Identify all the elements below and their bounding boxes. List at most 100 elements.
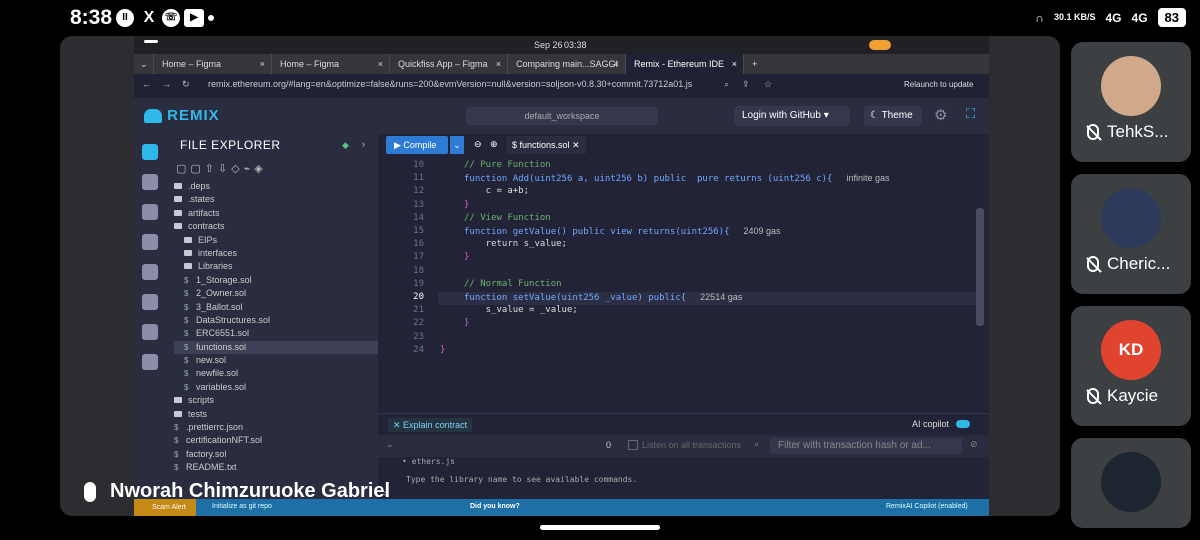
git-init-link[interactable]: Initialize as git repo xyxy=(212,503,272,510)
folder-icon xyxy=(174,196,182,203)
file-item[interactable]: $ factory.sol xyxy=(174,448,378,461)
tab-quickfiss[interactable]: Quickfiss App – Figma × xyxy=(390,54,508,74)
terminal-collapse-icon[interactable]: ⌄ xyxy=(386,439,394,450)
tab-functions-sol[interactable]: $ functions.sol ✕ xyxy=(506,136,586,154)
close-icon[interactable]: ✕ xyxy=(572,140,580,150)
ai-copilot-toggle[interactable] xyxy=(956,420,970,428)
testing-icon[interactable] xyxy=(142,324,158,340)
home-indicator[interactable] xyxy=(540,525,660,530)
file-item[interactable]: $1_Storage.sol xyxy=(174,274,378,287)
file-item[interactable]: $ .prettierrc.json xyxy=(174,421,378,434)
code-line: } xyxy=(464,252,469,262)
close-icon[interactable]: × xyxy=(496,54,501,74)
listen-checkbox[interactable] xyxy=(628,440,638,450)
net-speed: 30.1 KB/S xyxy=(1053,12,1096,22)
tab-list-button[interactable]: ⌄ xyxy=(134,54,154,74)
back-icon[interactable]: ← xyxy=(142,79,151,89)
relaunch-button[interactable]: Relaunch to update xyxy=(904,80,973,89)
workspace-select[interactable]: default_workspace xyxy=(466,107,658,125)
zoom-in-icon[interactable]: ⊕ xyxy=(490,139,498,150)
file-item[interactable]: $ functions.sol xyxy=(174,340,378,355)
close-icon[interactable]: × xyxy=(378,54,383,74)
remix-home-icon[interactable] xyxy=(142,144,158,160)
clock: 8:38 xyxy=(70,6,113,29)
participant-tile[interactable]: TehkS... xyxy=(1071,42,1191,162)
clear-terminal-icon[interactable]: ⊘ xyxy=(970,439,978,450)
tree-item-label: 2_Owner.sol xyxy=(196,288,247,299)
tab-github-compare[interactable]: Comparing main...SAGGI × xyxy=(508,54,626,74)
explain-contract-button[interactable]: ✕ Explain contract xyxy=(388,418,473,432)
folder-item[interactable]: .deps xyxy=(174,180,378,193)
code-text: } xyxy=(464,252,470,263)
close-icon[interactable]: × xyxy=(614,54,619,74)
debugger-icon[interactable] xyxy=(142,294,158,310)
github-login-button[interactable]: Login with GitHub ▾ xyxy=(734,106,850,126)
folder-item[interactable]: artifacts xyxy=(174,207,378,220)
search-icon[interactable] xyxy=(142,204,158,220)
folder-item[interactable]: contracts xyxy=(174,220,378,233)
file-explorer-icon[interactable] xyxy=(142,174,158,190)
file-item[interactable]: $ variables.sol xyxy=(174,381,378,394)
theme-button[interactable]: ☾ Theme xyxy=(864,106,922,126)
folder-item[interactable]: .states xyxy=(174,193,378,206)
zoom-icon[interactable]: ⌕ xyxy=(724,79,729,90)
compiler-icon[interactable] xyxy=(142,234,158,250)
terminal-output[interactable]: • ethers.js Type the library name to see… xyxy=(378,457,989,499)
headphones-icon: ∩ xyxy=(1035,10,1044,25)
tree-item-label: new.sol xyxy=(196,355,227,366)
folder-item[interactable]: EIPs xyxy=(174,234,378,247)
folder-item[interactable]: scripts xyxy=(174,394,378,407)
fullscreen-icon[interactable]: ⛶ xyxy=(966,106,975,122)
file-item[interactable]: $ README.txt xyxy=(174,461,378,474)
code-editor[interactable]: 10 // Pure Function 11 function Add(uint256… xyxy=(378,158,978,413)
deploy-icon[interactable] xyxy=(142,264,158,280)
mic-off-icon xyxy=(1087,388,1099,404)
explorer-title: FILE EXPLORER xyxy=(180,138,281,152)
explorer-toolbar[interactable]: ▢▢⇧⇩◇⌁◈ xyxy=(176,162,267,175)
participant-tile[interactable]: Cheric... xyxy=(1071,174,1191,294)
tab-figma-home-1[interactable]: Home – Figma × xyxy=(154,54,272,74)
remix-icon-bar xyxy=(134,134,166,516)
file-item[interactable]: $2_Owner.sol xyxy=(174,287,378,300)
forward-icon[interactable]: → xyxy=(162,79,171,89)
compile-options-chevron-icon[interactable]: ⌄ xyxy=(450,136,464,154)
folder-item[interactable]: tests xyxy=(174,408,378,421)
close-icon[interactable]: × xyxy=(732,54,737,74)
folder-item[interactable]: interfaces xyxy=(174,247,378,260)
file-item[interactable]: $3_Ballot.sol xyxy=(174,301,378,314)
file-item[interactable]: $ DataStructures.sol xyxy=(174,314,378,327)
tree-item-label: .prettierrc.json xyxy=(186,422,244,433)
file-item[interactable]: $ certificationNFT.sol xyxy=(174,434,378,447)
git-icon[interactable] xyxy=(142,354,158,370)
search-icon[interactable]: ⌕ xyxy=(754,439,759,450)
editor-scrollbar[interactable] xyxy=(976,208,984,326)
line-number: 21 xyxy=(413,305,424,316)
code-line: } xyxy=(464,318,469,328)
participant-tile[interactable]: KD Kaycie xyxy=(1071,306,1191,426)
compile-button[interactable]: ▶ Compile xyxy=(386,136,448,154)
shield-icon[interactable]: ◆ xyxy=(342,140,349,151)
tab-remix[interactable]: Remix - Ethereum IDE × xyxy=(626,54,744,74)
tree-item-label: DataStructures.sol xyxy=(196,314,271,325)
share-icon[interactable]: ⇪ xyxy=(742,79,750,90)
file-item[interactable]: $ newfile.sol xyxy=(174,367,378,380)
tab-figma-home-2[interactable]: Home – Figma × xyxy=(272,54,390,74)
file-item[interactable]: $ new.sol xyxy=(174,354,378,367)
settings-gear-icon[interactable]: ⚙ xyxy=(934,106,947,124)
tx-filter-input[interactable]: Filter with transaction hash or ad... xyxy=(770,438,962,454)
participant-tile[interactable] xyxy=(1071,438,1191,528)
url-field[interactable]: remix.ethereum.org/#lang=en&optimize=fal… xyxy=(208,79,692,89)
zoom-out-icon[interactable]: ⊖ xyxy=(474,139,482,150)
ai-bar: ✕ Explain contract AI copilot xyxy=(378,413,989,436)
tree-item-label: EIPs xyxy=(198,234,218,245)
tree-item-label: variables.sol xyxy=(196,381,247,392)
close-icon[interactable]: × xyxy=(260,54,265,74)
new-tab-button[interactable]: + xyxy=(744,54,764,74)
folder-item[interactable]: Libraries xyxy=(174,260,378,273)
file-item[interactable]: $ ERC6551.sol xyxy=(174,327,378,340)
folder-icon xyxy=(174,223,182,230)
reload-icon[interactable]: ↻ xyxy=(182,79,190,90)
bookmark-icon[interactable]: ☆ xyxy=(764,79,772,90)
code-line: function setValue(uint256 _value) public… xyxy=(464,292,742,303)
chevron-right-icon[interactable]: › xyxy=(362,139,365,149)
